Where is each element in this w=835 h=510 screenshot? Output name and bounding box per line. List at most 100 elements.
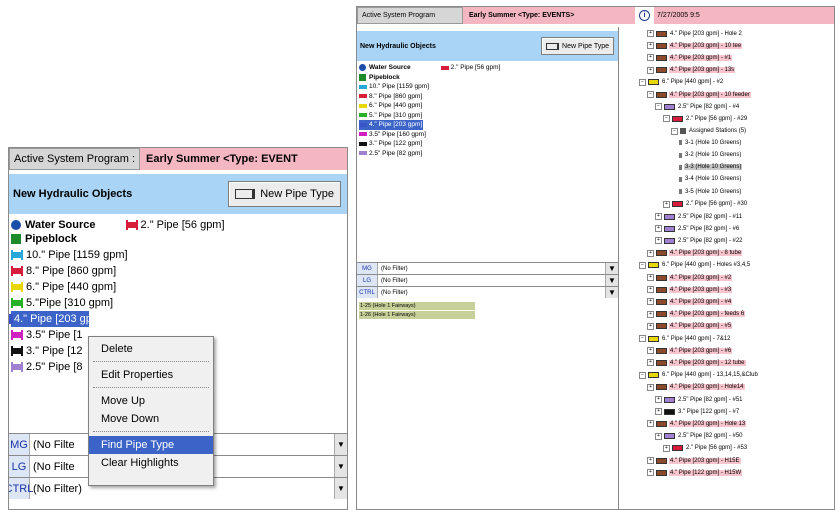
expand-toggle-icon[interactable]: +: [647, 298, 654, 306]
list-item[interactable]: 1-26 (Hole 1 Fairways): [359, 311, 475, 319]
pipe-list-item[interactable]: 10." Pipe [1159 gpm]: [11, 247, 341, 263]
tree-node[interactable]: +4." Pipe [203 gpm] - 12 tube: [647, 359, 746, 367]
tree-node[interactable]: +4." Pipe [203 gpm] - #1: [647, 54, 733, 62]
chevron-down-icon[interactable]: ▼: [334, 456, 347, 477]
expand-toggle-icon[interactable]: +: [647, 42, 654, 50]
tree-node[interactable]: +2.5" Pipe [82 gpm] - #11: [655, 213, 743, 220]
expand-toggle-icon[interactable]: +: [655, 396, 662, 403]
pipe-list-item[interactable]: 6." Pipe [440 gpm]: [359, 101, 614, 111]
pipe-list-item[interactable]: 3.5" Pipe [160 gpm]: [359, 130, 614, 140]
expand-toggle-icon[interactable]: +: [655, 213, 662, 220]
pipe-list-item[interactable]: 8." Pipe [860 gpm]: [11, 263, 341, 279]
pipe-list-item[interactable]: 5."Pipe [310 gpm]: [11, 295, 341, 311]
tree-node[interactable]: +4." Pipe [122 gpm] - H15W: [647, 469, 743, 477]
tree-node[interactable]: − 6." Pipe [440 gpm] - #2: [639, 78, 724, 86]
pipe-list-item[interactable]: 6." Pipe [440 gpm]: [11, 279, 341, 295]
tree-node[interactable]: − 6." Pipe [440 gpm] - 7&12: [639, 335, 732, 342]
new-pipe-type-button[interactable]: New Pipe Type: [228, 181, 341, 207]
expand-toggle-icon[interactable]: +: [647, 274, 654, 281]
tree-node[interactable]: +4." Pipe [203 gpm] - 8 tube: [647, 249, 743, 257]
menu-delete[interactable]: Delete: [89, 340, 213, 358]
tree-node[interactable]: 3-2 (Hole 10 Greens): [679, 152, 742, 158]
expand-toggle-icon[interactable]: +: [647, 310, 654, 318]
expand-toggle-icon[interactable]: −: [639, 78, 646, 86]
tree-node[interactable]: +4." Pipe [203 gpm] - Hole 13: [647, 420, 747, 428]
filter-lg[interactable]: LG (No Filter) ▼: [357, 274, 618, 286]
pipeblock-item[interactable]: Pipeblock: [359, 72, 614, 82]
expand-toggle-icon[interactable]: −: [647, 91, 654, 98]
tree-node[interactable]: − 6." Pipe [440 gpm] - Holes #3,4,5: [639, 261, 751, 269]
expand-toggle-icon[interactable]: +: [647, 420, 654, 428]
expand-toggle-icon[interactable]: −: [639, 335, 646, 342]
expand-toggle-icon[interactable]: +: [655, 225, 662, 233]
chevron-down-icon[interactable]: ▼: [334, 434, 347, 455]
tree-node[interactable]: 3-3 (Hole 10 Greens): [679, 164, 743, 171]
tree-node[interactable]: +4." Pipe [203 gpm] - Hole 2: [647, 30, 743, 37]
tree-node[interactable]: − Assigned Stations (5): [671, 127, 747, 135]
pipe-list-item[interactable]: 4." Pipe [203 gpm]: [9, 311, 104, 327]
tree-node[interactable]: +4." Pipe [203 gpm] - #6: [647, 347, 733, 355]
filter-mg[interactable]: MG (No Filter) ▼: [357, 262, 618, 274]
menu-move-up[interactable]: Move Up: [89, 392, 213, 410]
pipeblock-item[interactable]: Pipeblock: [11, 231, 341, 247]
expand-toggle-icon[interactable]: +: [647, 30, 654, 37]
tree-node[interactable]: +2." Pipe [56 gpm] - #53: [663, 444, 748, 452]
expand-toggle-icon[interactable]: +: [647, 469, 654, 477]
tree-node[interactable]: 3-5 (Hole 10 Greens): [679, 189, 742, 195]
tree-node[interactable]: +4." Pipe [203 gpm] - 13s: [647, 66, 736, 74]
expand-toggle-icon[interactable]: +: [647, 54, 654, 62]
expand-toggle-icon[interactable]: +: [647, 457, 654, 464]
tree-node[interactable]: − 2." Pipe [56 gpm] - #29: [663, 115, 748, 123]
tree-node[interactable]: +4." Pipe [203 gpm] - #4: [647, 298, 733, 306]
tree-node[interactable]: 3-4 (Hole 10 Greens): [679, 176, 742, 182]
info-icon[interactable]: i: [639, 10, 650, 21]
menu-edit-properties[interactable]: Edit Properties: [89, 366, 213, 384]
tree-node[interactable]: +4." Pipe [203 gpm] - #3: [647, 286, 733, 294]
tree-node[interactable]: +4." Pipe [203 gpm] - H15E: [647, 457, 741, 464]
tree-node[interactable]: +2.5" Pipe [82 gpm] - #50: [655, 432, 744, 440]
chevron-down-icon[interactable]: ▼: [605, 275, 618, 286]
two-inch-pipe-item[interactable]: 2." Pipe [56 gpm]: [125, 219, 225, 231]
tree-node[interactable]: +2.5" Pipe [82 gpm] - #22: [655, 237, 744, 245]
tree-node[interactable]: − 4." Pipe [203 gpm] - 10 feeder: [647, 91, 751, 98]
pipe-list-item[interactable]: 3." Pipe [122 gpm]: [359, 139, 614, 149]
pipe-list-item[interactable]: 5." Pipe [310 gpm]: [359, 111, 614, 121]
new-pipe-type-button[interactable]: New Pipe Type: [541, 37, 614, 55]
water-source-item[interactable]: Water Source 2." Pipe [56 gpm]: [11, 218, 341, 231]
expand-toggle-icon[interactable]: +: [647, 286, 654, 294]
tree-node[interactable]: 3-1 (Hole 10 Greens): [679, 140, 742, 146]
chevron-down-icon[interactable]: ▼: [334, 478, 347, 499]
tree-node[interactable]: +2.5" Pipe [82 gpm] - #6: [655, 225, 740, 233]
expand-toggle-icon[interactable]: +: [663, 200, 670, 208]
menu-move-down[interactable]: Move Down: [89, 410, 213, 428]
filter-ctrl[interactable]: CTRL(No Filter) ▼: [357, 286, 618, 298]
expand-toggle-icon[interactable]: +: [655, 432, 662, 440]
tree-node[interactable]: +4." Pipe [203 gpm] - #2: [647, 274, 733, 281]
expand-toggle-icon[interactable]: −: [655, 103, 662, 111]
tree-node[interactable]: +4." Pipe [203 gpm] - #5: [647, 322, 733, 330]
pipe-list-item[interactable]: 4." Pipe [203 gpm]: [359, 120, 423, 130]
expand-toggle-icon[interactable]: +: [647, 359, 654, 367]
tree-node[interactable]: +4." Pipe [203 gpm] - 10 tee: [647, 42, 743, 50]
tree-node[interactable]: +2." Pipe [56 gpm] - #30: [663, 200, 748, 208]
tree-node[interactable]: +4." Pipe [203 gpm] - Hole14: [647, 383, 745, 391]
expand-toggle-icon[interactable]: +: [647, 249, 654, 257]
tree-node[interactable]: − 2.5" Pipe [82 gpm] - #4: [655, 103, 740, 111]
expand-toggle-icon[interactable]: +: [647, 347, 654, 355]
pipe-list-item[interactable]: 2.5" Pipe [82 gpm]: [359, 149, 614, 159]
expand-toggle-icon[interactable]: −: [671, 127, 678, 135]
tree-node[interactable]: +4." Pipe [203 gpm] - feeds 6: [647, 310, 746, 318]
two-inch-pipe-item[interactable]: 2." Pipe [56 gpm]: [440, 64, 500, 71]
expand-toggle-icon[interactable]: +: [647, 383, 654, 391]
expand-toggle-icon[interactable]: +: [663, 444, 670, 452]
pipe-list-item[interactable]: 10." Pipe [1159 gpm]: [359, 82, 614, 92]
menu-clear-highlights[interactable]: Clear Highlights: [89, 454, 213, 472]
chevron-down-icon[interactable]: ▼: [605, 263, 618, 274]
expand-toggle-icon[interactable]: −: [639, 371, 646, 379]
list-item[interactable]: 1-25 (Hole 1 Fairways): [359, 302, 475, 310]
tree-node[interactable]: − 6." Pipe [440 gpm] - 13,14,15,&Club: [639, 371, 759, 379]
expand-toggle-icon[interactable]: +: [655, 408, 662, 416]
expand-toggle-icon[interactable]: +: [647, 322, 654, 330]
menu-find-pipe-type[interactable]: Find Pipe Type: [89, 436, 213, 454]
expand-toggle-icon[interactable]: −: [663, 115, 670, 123]
